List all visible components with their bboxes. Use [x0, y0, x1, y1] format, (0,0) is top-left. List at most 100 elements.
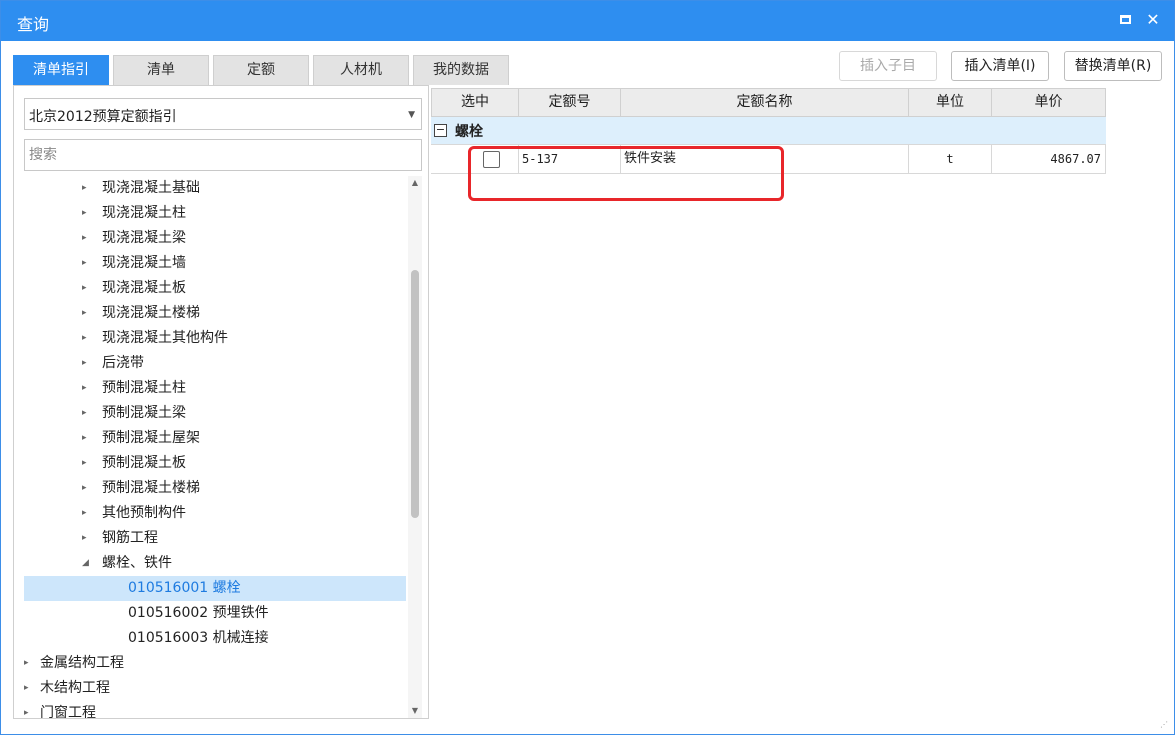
tree-item-label: 其他预制构件	[102, 505, 186, 521]
collapsed-arrow-icon[interactable]: ▸	[82, 226, 87, 251]
col-header-unit[interactable]: 单位	[909, 88, 992, 117]
tree-item[interactable]: ▸ 木结构工程	[24, 676, 406, 701]
tab-my-data[interactable]: 我的数据	[413, 55, 509, 85]
guide-tree: ▸ 现浇混凝土基础 ▸ 现浇混凝土柱 ▸ 现浇混凝土梁 ▸ 现浇混凝土墙 ▸ 现浇混凝土板 ▸ 现浇混…	[24, 176, 406, 718]
search-input[interactable]	[24, 139, 422, 171]
cell-code: 5-137	[519, 145, 621, 174]
tree-item-label: 现浇混凝土基础	[102, 180, 200, 196]
tree-item-label: 现浇混凝土柱	[102, 205, 186, 221]
insert-child-button[interactable]: 插入子目	[839, 51, 937, 81]
collapsed-arrow-icon[interactable]: ▸	[82, 376, 87, 401]
window-title: 查询	[17, 15, 50, 34]
collapsed-arrow-icon[interactable]: ▸	[82, 201, 87, 226]
group-label: 螺栓	[455, 124, 483, 140]
table-row[interactable]: 5-137 铁件安装 t 4867.07	[431, 145, 1106, 174]
collapsed-arrow-icon[interactable]: ▸	[82, 401, 87, 426]
tree-item-label: 010516003 机械连接	[128, 630, 269, 646]
cell-name: 铁件安装	[621, 145, 909, 174]
tree-item-label: 现浇混凝土墙	[102, 255, 186, 271]
tree-item[interactable]: ▸ 现浇混凝土梁	[24, 226, 406, 251]
collapsed-arrow-icon[interactable]: ▸	[82, 176, 87, 201]
collapsed-arrow-icon[interactable]: ▸	[82, 526, 87, 551]
collapsed-arrow-icon[interactable]: ▸	[24, 701, 29, 718]
close-button[interactable]: ✕	[1142, 9, 1164, 31]
group-row[interactable]: − 螺栓	[431, 117, 1106, 145]
cell-price: 4867.07	[992, 145, 1106, 174]
tree-item[interactable]: ▸ 预制混凝土梁	[24, 401, 406, 426]
tree-item-label: 钢筋工程	[102, 530, 158, 546]
collapse-toggle-icon[interactable]: −	[434, 124, 447, 137]
tree-item[interactable]: ◢ 螺栓、铁件	[24, 551, 406, 576]
tree-item-label: 预制混凝土屋架	[102, 430, 200, 446]
col-header-name[interactable]: 定额名称	[621, 88, 909, 117]
collapsed-arrow-icon[interactable]: ▸	[82, 451, 87, 476]
collapsed-arrow-icon[interactable]: ▸	[82, 276, 87, 301]
tab-labor-material-machine[interactable]: 人材机	[313, 55, 409, 85]
tree-item-label: 现浇混凝土楼梯	[102, 305, 200, 321]
scroll-down-icon[interactable]: ▼	[408, 704, 422, 718]
replace-list-button[interactable]: 替换清单(R)	[1064, 51, 1162, 81]
scroll-thumb[interactable]	[411, 270, 419, 518]
tree-item[interactable]: ▸ 预制混凝土板	[24, 451, 406, 476]
tree-item-label: 现浇混凝土板	[102, 280, 186, 296]
tab-list[interactable]: 清单	[113, 55, 209, 85]
tree-item-label: 010516001 螺栓	[128, 580, 241, 596]
collapsed-arrow-icon[interactable]: ▸	[82, 476, 87, 501]
collapsed-arrow-icon[interactable]: ▸	[82, 301, 87, 326]
query-dialog: 查询 ✕ 清单指引 清单 定额 人材机 我的数据 插入子目 插入清单(I) 替换…	[0, 0, 1175, 735]
collapsed-arrow-icon[interactable]: ▸	[82, 326, 87, 351]
guide-dropdown-value: 北京2012预算定额指引	[29, 109, 177, 125]
tree-item[interactable]: ▸ 门窗工程	[24, 701, 406, 718]
collapsed-arrow-icon[interactable]: ▸	[82, 251, 87, 276]
col-header-price[interactable]: 单价	[992, 88, 1106, 117]
tree-item[interactable]: ▸ 其他预制构件	[24, 501, 406, 526]
tree-item-label: 预制混凝土楼梯	[102, 480, 200, 496]
cell-select	[431, 145, 519, 174]
tree-item[interactable]: ▸ 后浇带	[24, 351, 406, 376]
maximize-icon	[1119, 14, 1131, 24]
tree-item[interactable]: 010516002 预埋铁件	[24, 601, 406, 626]
cell-unit: t	[909, 145, 992, 174]
tree-item-label: 门窗工程	[40, 705, 96, 718]
tab-quota[interactable]: 定额	[213, 55, 309, 85]
insert-list-button[interactable]: 插入清单(I)	[951, 51, 1049, 81]
guide-dropdown[interactable]: 北京2012预算定额指引 ▼	[24, 98, 422, 130]
tree-item[interactable]: ▸ 现浇混凝土其他构件	[24, 326, 406, 351]
tree-item[interactable]: ▸ 现浇混凝土墙	[24, 251, 406, 276]
col-header-code[interactable]: 定额号	[519, 88, 621, 117]
collapsed-arrow-icon[interactable]: ▸	[24, 676, 29, 701]
tree-item-label: 010516002 预埋铁件	[128, 605, 269, 621]
collapsed-arrow-icon[interactable]: ▸	[82, 351, 87, 376]
resize-grip-icon[interactable]: ⋰	[1160, 720, 1170, 730]
collapsed-arrow-icon[interactable]: ▸	[82, 501, 87, 526]
tab-list-guide[interactable]: 清单指引	[13, 55, 109, 85]
tree-item-label: 预制混凝土板	[102, 455, 186, 471]
tree-item[interactable]: ▸ 现浇混凝土柱	[24, 201, 406, 226]
title-bar: 查询 ✕	[1, 1, 1174, 41]
tree-item[interactable]: 010516001 螺栓	[24, 576, 406, 601]
tree-item-label: 预制混凝土梁	[102, 405, 186, 421]
tree-item[interactable]: ▸ 现浇混凝土楼梯	[24, 301, 406, 326]
tree-item[interactable]: ▸ 现浇混凝土板	[24, 276, 406, 301]
expanded-arrow-icon[interactable]: ◢	[82, 551, 89, 576]
collapsed-arrow-icon[interactable]: ▸	[24, 651, 29, 676]
maximize-button[interactable]	[1114, 9, 1136, 31]
tree-item-label: 螺栓、铁件	[102, 555, 172, 571]
tree-item[interactable]: 010516003 机械连接	[24, 626, 406, 651]
tree-item[interactable]: ▸ 金属结构工程	[24, 651, 406, 676]
tree-item[interactable]: ▸ 预制混凝土屋架	[24, 426, 406, 451]
row-checkbox[interactable]	[483, 151, 500, 168]
tree-item[interactable]: ▸ 预制混凝土楼梯	[24, 476, 406, 501]
tree-item-label: 木结构工程	[40, 680, 110, 696]
tree-item-label: 预制混凝土柱	[102, 380, 186, 396]
col-header-select[interactable]: 选中	[431, 88, 519, 117]
collapsed-arrow-icon[interactable]: ▸	[82, 426, 87, 451]
tree-item[interactable]: ▸ 预制混凝土柱	[24, 376, 406, 401]
scroll-up-icon[interactable]: ▲	[408, 176, 422, 190]
tree-item[interactable]: ▸ 钢筋工程	[24, 526, 406, 551]
chevron-down-icon: ▼	[408, 110, 415, 120]
tree-item[interactable]: ▸ 现浇混凝土基础	[24, 176, 406, 201]
tree-item-label: 现浇混凝土梁	[102, 230, 186, 246]
tree-item-label: 后浇带	[102, 355, 144, 371]
tree-scrollbar[interactable]: ▲ ▼	[408, 176, 422, 718]
